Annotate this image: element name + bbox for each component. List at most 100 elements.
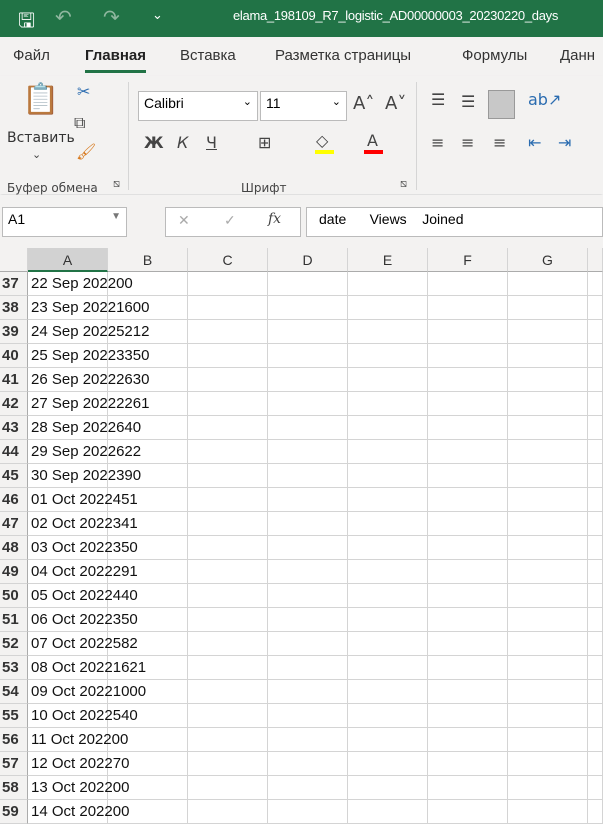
cell[interactable] xyxy=(188,464,268,488)
cell[interactable] xyxy=(508,776,588,800)
cell[interactable] xyxy=(428,584,508,608)
cell[interactable] xyxy=(268,728,348,752)
select-all-corner[interactable] xyxy=(0,248,28,272)
cell[interactable] xyxy=(508,272,588,296)
column-header-b[interactable]: B xyxy=(108,248,188,272)
cell[interactable] xyxy=(588,584,603,608)
cell[interactable] xyxy=(588,560,603,584)
row-header[interactable]: 51 xyxy=(0,608,28,632)
cell-a-value[interactable]: 07 Oct 2022582 xyxy=(28,632,138,656)
cell[interactable] xyxy=(188,272,268,296)
save-icon[interactable]: 🖫 xyxy=(18,6,35,40)
row-header[interactable]: 52 xyxy=(0,632,28,656)
cell-a-value[interactable]: 13 Oct 202200 xyxy=(28,776,129,800)
cell[interactable] xyxy=(268,800,348,824)
cell[interactable] xyxy=(268,512,348,536)
decrease-font-icon[interactable]: A˅ xyxy=(385,93,406,114)
row-header[interactable]: 57 xyxy=(0,752,28,776)
cell[interactable] xyxy=(188,800,268,824)
cell[interactable] xyxy=(508,440,588,464)
cell[interactable] xyxy=(588,392,603,416)
cell[interactable] xyxy=(188,392,268,416)
cell-a-value[interactable]: 01 Oct 2022451 xyxy=(28,488,138,512)
cell[interactable] xyxy=(588,704,603,728)
tab-formulas[interactable]: Формулы xyxy=(462,47,527,64)
row-header[interactable]: 45 xyxy=(0,464,28,488)
cell[interactable] xyxy=(428,392,508,416)
fill-color-icon[interactable]: ◇ xyxy=(316,131,328,150)
name-box[interactable]: A1 ▼ xyxy=(2,207,127,237)
cell[interactable] xyxy=(188,560,268,584)
cell-a-value[interactable]: 24 Sep 20225212 xyxy=(28,320,149,344)
cell[interactable] xyxy=(348,440,428,464)
row-header[interactable]: 37 xyxy=(0,272,28,296)
row-header[interactable]: 41 xyxy=(0,368,28,392)
cell-a-value[interactable]: 25 Sep 20223350 xyxy=(28,344,149,368)
cell[interactable] xyxy=(188,416,268,440)
cell[interactable] xyxy=(348,416,428,440)
tab-data[interactable]: Данн xyxy=(560,47,595,64)
cell[interactable] xyxy=(188,440,268,464)
cell[interactable] xyxy=(588,296,603,320)
cell[interactable] xyxy=(348,656,428,680)
cell[interactable] xyxy=(188,776,268,800)
cell[interactable] xyxy=(268,416,348,440)
cell[interactable] xyxy=(268,344,348,368)
cell[interactable] xyxy=(348,800,428,824)
format-painter-icon[interactable]: 🖌 xyxy=(76,142,96,161)
cell[interactable] xyxy=(188,680,268,704)
cell[interactable] xyxy=(188,656,268,680)
cell[interactable] xyxy=(428,488,508,512)
cell-a-value[interactable]: 12 Oct 202270 xyxy=(28,752,129,776)
cell[interactable] xyxy=(428,440,508,464)
font-name-select[interactable]: Calibri ⌄ xyxy=(138,91,258,121)
cell[interactable] xyxy=(348,704,428,728)
cell[interactable] xyxy=(428,272,508,296)
tab-home[interactable]: Главная xyxy=(85,47,147,73)
cell[interactable] xyxy=(428,464,508,488)
cell[interactable] xyxy=(348,536,428,560)
cell[interactable] xyxy=(268,632,348,656)
cell[interactable] xyxy=(508,464,588,488)
cell[interactable] xyxy=(508,296,588,320)
cell[interactable] xyxy=(588,800,603,824)
cell-a-value[interactable]: 23 Sep 20221600 xyxy=(28,296,149,320)
spreadsheet-grid[interactable]: ABCDEFG 37 22 Sep 202200 38 23 Sep 20221600… xyxy=(0,248,603,824)
cell[interactable] xyxy=(348,728,428,752)
cell-a-value[interactable]: 11 Oct 202200 xyxy=(28,728,128,752)
cell[interactable] xyxy=(188,608,268,632)
cell[interactable] xyxy=(268,560,348,584)
cell[interactable] xyxy=(508,488,588,512)
cell[interactable] xyxy=(348,368,428,392)
cell[interactable] xyxy=(428,416,508,440)
row-header[interactable]: 49 xyxy=(0,560,28,584)
column-header-c[interactable]: C xyxy=(188,248,268,272)
cell[interactable] xyxy=(268,488,348,512)
cell[interactable] xyxy=(588,680,603,704)
cell[interactable] xyxy=(348,464,428,488)
cell[interactable] xyxy=(428,560,508,584)
cell[interactable] xyxy=(348,632,428,656)
cell[interactable] xyxy=(428,752,508,776)
cell[interactable] xyxy=(268,776,348,800)
cell-a-value[interactable]: 22 Sep 202200 xyxy=(28,272,133,296)
customize-toolbar-icon[interactable]: ⌄ xyxy=(152,8,163,23)
cell-a-value[interactable]: 14 Oct 202200 xyxy=(28,800,129,824)
cell[interactable] xyxy=(268,680,348,704)
tab-page-layout[interactable]: Разметка страницы xyxy=(275,47,411,64)
cell[interactable] xyxy=(188,488,268,512)
cell[interactable] xyxy=(268,752,348,776)
cell-a-value[interactable]: 04 Oct 2022291 xyxy=(28,560,138,584)
cell[interactable] xyxy=(268,584,348,608)
row-header[interactable]: 38 xyxy=(0,296,28,320)
align-top-icon[interactable]: ☰ xyxy=(431,90,445,109)
cell[interactable] xyxy=(268,440,348,464)
row-header[interactable]: 55 xyxy=(0,704,28,728)
cut-icon[interactable]: ✂ xyxy=(77,82,90,101)
cell-a-value[interactable]: 26 Sep 20222630 xyxy=(28,368,149,392)
row-header[interactable]: 58 xyxy=(0,776,28,800)
cell[interactable] xyxy=(588,608,603,632)
cell-a-value[interactable]: 28 Sep 2022640 xyxy=(28,416,141,440)
cell[interactable] xyxy=(508,704,588,728)
cell[interactable] xyxy=(588,440,603,464)
